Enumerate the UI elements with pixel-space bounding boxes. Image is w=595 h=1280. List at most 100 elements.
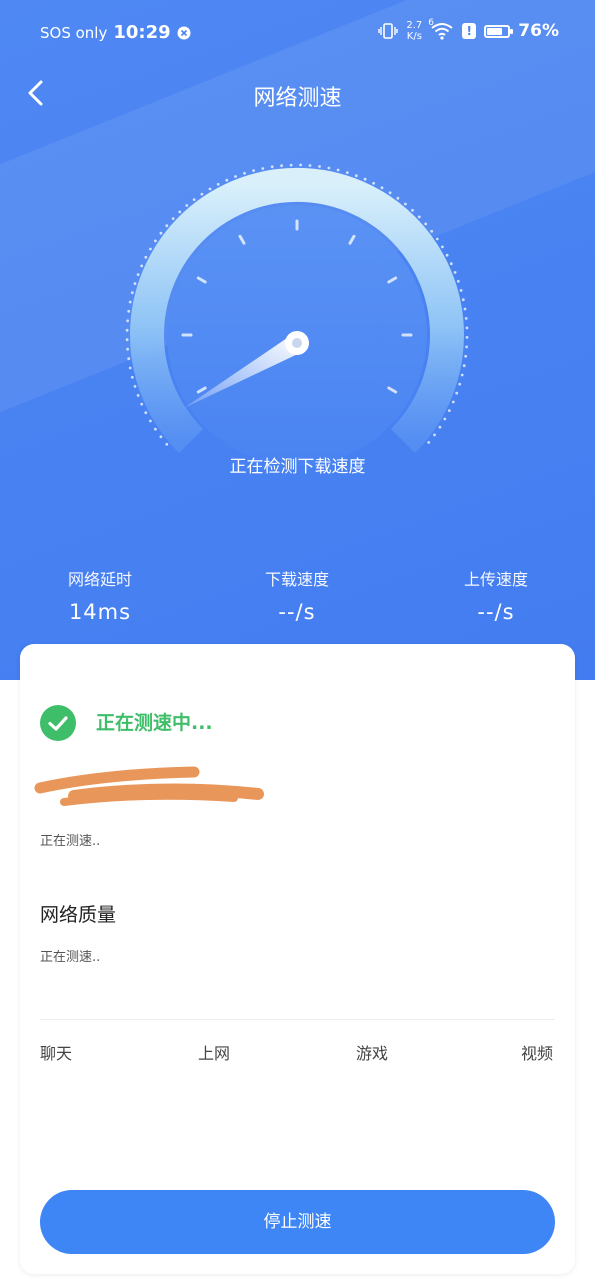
gauge-dot: [363, 177, 367, 181]
gauge-needle-hub-core: [292, 338, 302, 348]
gauge-dot: [424, 222, 428, 226]
category-game: 游戏: [356, 1044, 389, 1063]
stat-latency-value: 14ms: [68, 600, 132, 624]
gauge-dot: [149, 419, 152, 423]
gauge-dot: [136, 394, 140, 397]
gauge-dot: [388, 191, 392, 195]
gauge-dot: [127, 357, 131, 361]
gauge-dot: [435, 237, 439, 241]
gauge-dot: [140, 264, 144, 268]
hero-panel: SOS only 10:29 2.7 K/s 6 ! 76% 网络测速 正在检测…: [0, 0, 595, 680]
stat-upload: 上传速度 --/s: [396, 566, 595, 624]
stat-upload-label: 上传速度: [463, 570, 528, 589]
gauge-dot: [465, 345, 468, 349]
result-card: 正在测速中... 正在测速.. 网络质量 正在测速.. 聊天 上网 游戏 视频 …: [20, 644, 575, 1274]
gauge-dot: [133, 385, 137, 388]
gauge-dot: [127, 309, 131, 313]
stat-download: 下载速度 --/s: [197, 566, 397, 624]
gauge-dot: [136, 273, 140, 276]
speed-gauge: [125, 163, 469, 465]
gauge-dot: [225, 178, 229, 182]
stat-download-label: 下载速度: [264, 570, 329, 589]
gauge-dot: [453, 271, 457, 274]
gauge-dot: [159, 435, 163, 439]
gauge-dot: [465, 336, 469, 339]
gauge-dot: [427, 441, 431, 444]
gauge-dot: [451, 400, 455, 404]
stat-upload-value: --/s: [477, 600, 515, 624]
gauge-dot: [345, 171, 349, 175]
gauge-dot: [327, 166, 331, 170]
gauge-dot: [380, 186, 384, 190]
gauge-dot: [445, 253, 449, 257]
server-status: 正在测速..: [40, 834, 101, 849]
gauge-dot: [455, 391, 459, 395]
gauge-dot: [456, 279, 460, 283]
gauge-dot: [171, 217, 175, 221]
gauge-dot: [459, 289, 463, 292]
gauge-dot: [208, 187, 212, 191]
gauge-dot: [252, 169, 256, 173]
gauge-dot: [216, 182, 220, 186]
category-video: 视频: [521, 1044, 554, 1063]
gauge-dot: [411, 208, 414, 212]
stop-test-button[interactable]: 停止测速: [40, 1190, 555, 1254]
gauge-dot: [192, 198, 196, 202]
gauge-dot: [144, 255, 148, 259]
gauge-dot: [372, 181, 375, 185]
gauge-dot: [299, 163, 302, 167]
gauge-dot: [461, 298, 465, 302]
redaction-scribble: [34, 766, 264, 806]
check-circle-icon: [40, 705, 76, 741]
gauge-dot: [458, 382, 462, 386]
gauge-dot: [354, 174, 358, 178]
gauge-dot: [185, 204, 189, 207]
stat-latency: 网络延时 14ms: [0, 566, 200, 624]
gauge-dot: [159, 231, 163, 235]
gauge-dot: [462, 364, 466, 368]
category-chat: 聊天: [40, 1044, 73, 1063]
gauge-dot: [417, 215, 421, 219]
gauge-dot: [465, 326, 469, 330]
gauge-dot: [280, 164, 283, 168]
gauge-dot: [404, 202, 407, 206]
gauge-dot: [438, 425, 442, 429]
gauge-dot: [178, 210, 182, 214]
gauge-dot: [433, 433, 436, 437]
gauge-dot: [449, 262, 453, 266]
gauge-dot: [144, 411, 148, 415]
stat-latency-label: 网络延时: [67, 570, 132, 589]
gauge-dot: [441, 245, 444, 249]
gauge-dot: [126, 347, 129, 351]
gauge-dot: [460, 373, 464, 377]
gauge-dot: [243, 171, 246, 175]
gauge-dot: [396, 196, 400, 200]
gauge-dot: [128, 300, 132, 304]
gauge-dot: [234, 175, 237, 178]
gauge-dot: [125, 338, 129, 342]
gauge-dot: [464, 354, 468, 358]
gauge-dot: [443, 417, 447, 421]
divider: [40, 1019, 555, 1020]
gauge-dot: [261, 167, 265, 170]
testing-title: 正在测速中...: [96, 712, 213, 734]
gauge-status-text: 正在检测下载速度: [229, 457, 366, 477]
gauge-dot: [130, 291, 134, 295]
gauge-dot: [464, 317, 468, 320]
gauge-dot: [165, 224, 169, 228]
gauge-dot: [154, 427, 157, 431]
gauge-dot: [125, 328, 129, 332]
gauge-dot: [133, 282, 137, 285]
gauge-dot: [289, 163, 293, 167]
gauge-dot: [140, 402, 144, 406]
gauge-dot: [463, 307, 467, 311]
gauge-dot: [200, 192, 204, 196]
gauge-dot: [308, 164, 312, 167]
gauge-dot: [126, 319, 129, 323]
gauge-dot: [130, 375, 134, 379]
gauge-dot: [447, 409, 451, 412]
quality-title: 网络质量: [40, 904, 117, 926]
quality-status: 正在测速..: [40, 950, 101, 965]
stat-download-value: --/s: [278, 600, 316, 624]
gauge-dot: [128, 366, 132, 370]
